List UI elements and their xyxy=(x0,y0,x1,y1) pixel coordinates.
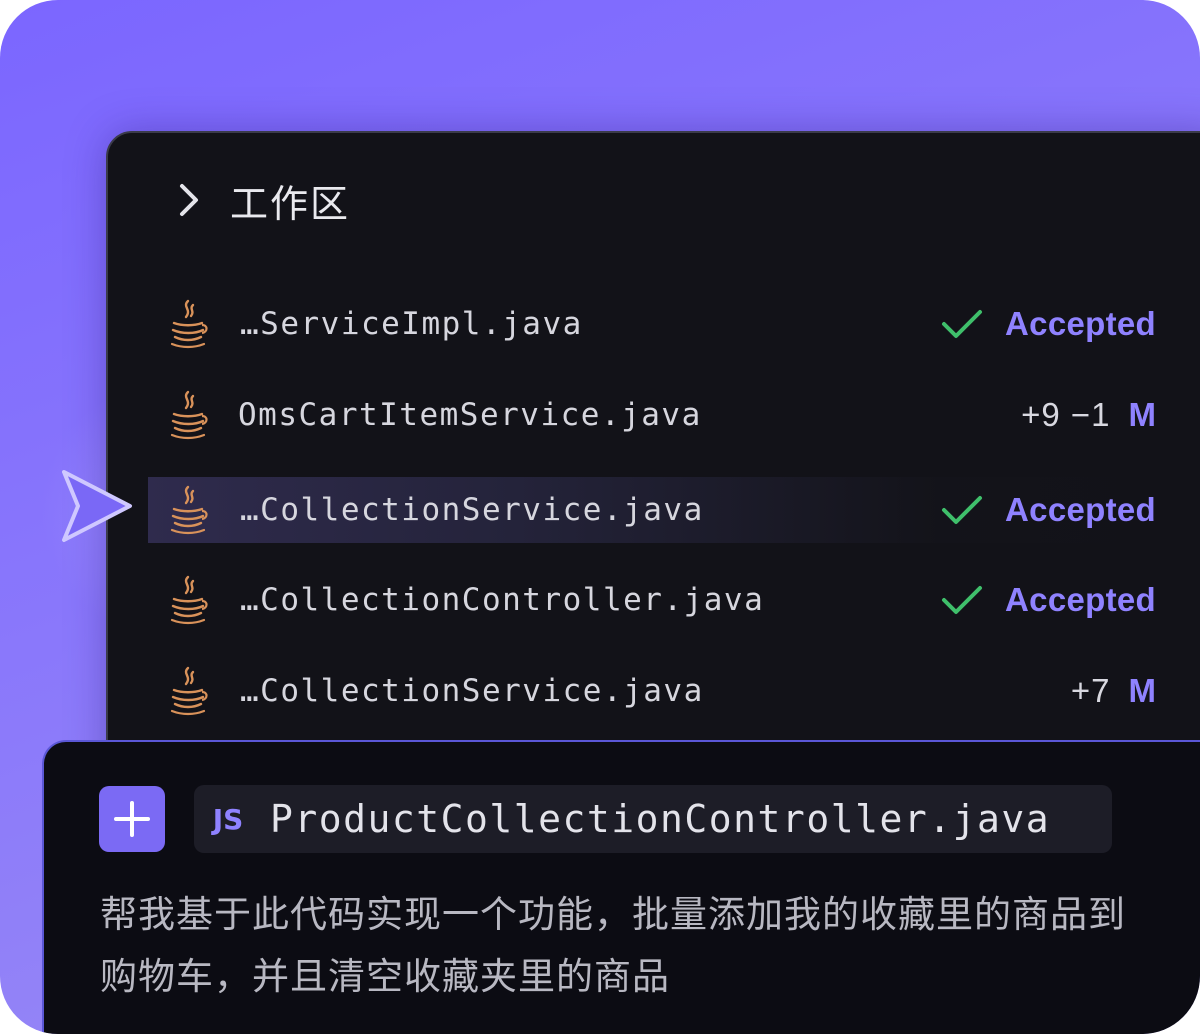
status-accepted: Accepted xyxy=(941,485,1156,535)
file-name: OmsCartItemService.java xyxy=(238,397,702,433)
status-accepted: Accepted xyxy=(941,575,1156,625)
file-row[interactable]: …CollectionService.java +7 M xyxy=(148,658,1200,724)
diff-count: +7 xyxy=(1070,672,1111,709)
status-label: Accepted xyxy=(1005,581,1156,618)
modified-flag: M xyxy=(1128,672,1157,709)
diff-count: +9 −1 xyxy=(1021,396,1111,433)
add-context-button[interactable] xyxy=(99,786,165,852)
workspace-header[interactable]: 工作区 xyxy=(176,172,350,228)
java-icon xyxy=(170,485,208,535)
diff-stats: +7 M xyxy=(1071,666,1156,716)
file-row-active[interactable]: …CollectionService.java Accepted xyxy=(148,477,1200,543)
file-name: …CollectionService.java xyxy=(240,673,704,709)
check-icon xyxy=(942,496,983,524)
file-name: …CollectionService.java xyxy=(240,492,704,528)
status-label: Accepted xyxy=(1005,491,1156,528)
java-icon xyxy=(170,666,208,716)
chevron-right-icon[interactable] xyxy=(176,180,202,220)
pointer-cursor-icon xyxy=(62,470,132,542)
file-name: …ServiceImpl.java xyxy=(240,306,583,342)
java-icon xyxy=(170,575,208,625)
context-file-name: ProductCollectionController.java xyxy=(270,797,1051,841)
plus-icon xyxy=(114,801,150,837)
java-icon xyxy=(170,390,208,440)
modified-flag: M xyxy=(1128,396,1157,433)
context-file-chip[interactable]: JS ProductCollectionController.java xyxy=(194,785,1112,853)
check-icon xyxy=(942,310,983,338)
java-icon xyxy=(170,299,208,349)
file-name: …CollectionController.java xyxy=(240,582,765,618)
file-row[interactable]: …CollectionController.java Accepted xyxy=(148,567,1200,633)
file-row[interactable]: OmsCartItemService.java +9 −1 M xyxy=(148,382,1200,448)
js-file-icon: JS xyxy=(212,802,244,836)
workspace-title: 工作区 xyxy=(230,181,351,226)
app-frame: 工作区 …ServiceImpl.java Accepted OmsCartIt… xyxy=(0,0,1200,1034)
prompt-input[interactable]: 帮我基于此代码实现一个功能，批量添加我的收藏里的商品到购物车，并且清空收藏夹里的… xyxy=(100,884,1140,1008)
file-row[interactable]: …ServiceImpl.java Accepted xyxy=(148,291,1200,357)
status-accepted: Accepted xyxy=(941,299,1156,349)
diff-stats: +9 −1 M xyxy=(1021,390,1156,440)
status-label: Accepted xyxy=(1005,305,1156,342)
check-icon xyxy=(942,586,983,614)
